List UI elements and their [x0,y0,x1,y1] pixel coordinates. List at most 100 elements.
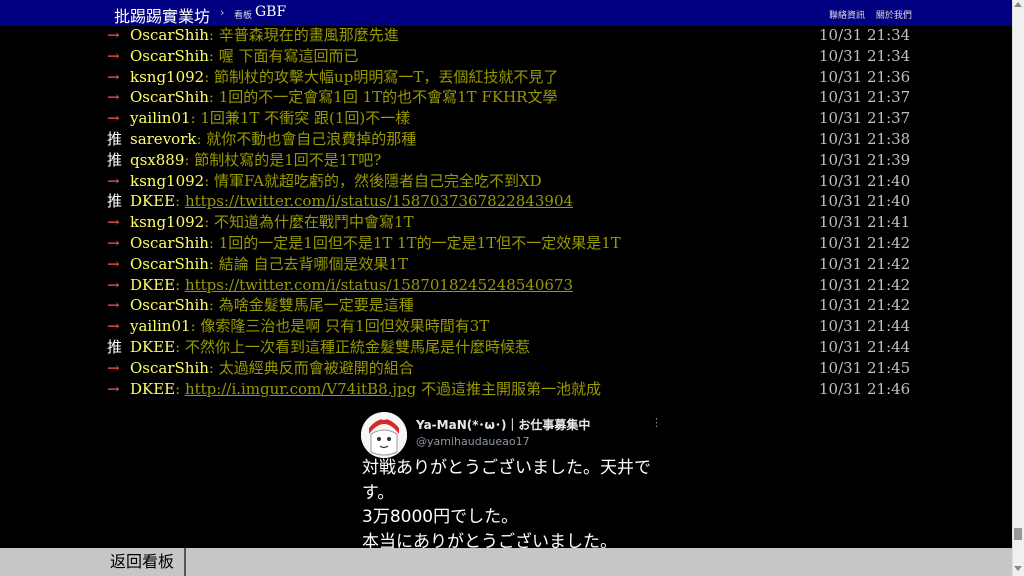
breadcrumb-separator: › [220,6,225,19]
push-row: 推 DKEE: 不然你上一次看到這種正統金髮雙馬尾是什麼時候惹 10/31 21:4… [107,337,911,358]
push-content: : [175,192,185,211]
push-time: 10/31 21:37 [819,109,911,128]
push-time: 10/31 21:37 [819,88,911,107]
push-username: ksng1092 [130,67,205,86]
embedded-tweet[interactable]: Ya-MaN(*･ω･)｜お仕事募集中 @yamihaudaueao17 ⋮ 対… [346,406,676,556]
board-name[interactable]: GBF [255,4,286,20]
push-user: OscarShih: 為啥金髮雙馬尾一定要是這種 [130,295,414,316]
push-row: → OscarShih: 太過經典反而會被避開的組合 10/31 21:45 [107,358,911,379]
push-row: → DKEE: https://twitter.com/i/status/1587… [107,275,910,296]
arrow-tag: → [107,379,120,398]
push-content: : 喔 下面有寫這回而已 [208,46,359,65]
push-username: DKEE [130,379,176,398]
push-row: → OscarShih: 為啥金髮雙馬尾一定要是這種 10/31 21:42 [107,295,911,316]
push-link[interactable]: http://i.imgur.com/V74itB8.jpg [185,380,416,398]
push-user: DKEE: 不然你上一次看到這種正統金髮雙馬尾是什麼時候惹 [130,337,530,358]
top-links: 聯絡資訊 關於我們 [829,8,920,21]
push-row: 推 sarevork: 就你不動也會自己浪費掉的那種 10/31 21:38 [107,129,911,150]
contact-link[interactable]: 聯絡資訊 [829,11,865,21]
push-content: : 1回的一定是1回但不是1T 1T的一定是1T但不一定效果是1T [208,233,621,252]
push-link[interactable]: https://twitter.com/i/status/15870182452… [185,276,573,294]
push-time: 10/31 21:36 [819,67,911,86]
push-time: 10/31 21:42 [819,254,911,273]
push-content: : [175,275,185,294]
push-content: : 太過經典反而會被避開的組合 [208,358,414,377]
push-username: DKEE [130,192,176,211]
push-username: OscarShih [130,296,209,315]
push-time: 10/31 21:42 [819,296,911,315]
arrow-tag: → [107,317,120,336]
push-username: qsx889 [130,150,185,169]
push-time: 10/31 21:39 [819,150,911,169]
push-username: yailin01 [130,109,191,128]
push-content: : 情軍FA就超吃虧的，然後隱者自己完全吃不到XD [204,171,542,190]
push-content: : 不知道為什麼在戰鬥中會寫1T [204,213,414,232]
push-username: OscarShih [130,46,209,65]
push-content: : 像索隆三治也是啊 只有1回但效果時間有3T [190,317,490,336]
push-time: 10/31 21:40 [819,192,911,211]
push-username: OscarShih [130,233,209,252]
push-row: → DKEE: http://i.imgur.com/V74itB8.jpg 不過… [107,379,910,400]
more-icon[interactable]: ⋮ [651,416,662,429]
tweet-author-handle[interactable]: @yamihaudaueao17 [416,435,530,448]
push-content: : 1回兼1T 不衝突 跟(1回)不一樣 [190,109,411,128]
push-user: OscarShih: 1回的不一定會寫1回 1T的也不會寫1T FKHR文學 [130,87,557,108]
push-content: : [175,379,185,398]
tweet-line: 対戦ありがとうございました。天井で [362,458,651,478]
push-time: 10/31 21:41 [819,213,911,232]
push-username: OscarShih [130,254,209,273]
push-time: 10/31 21:38 [819,129,911,148]
push-time: 10/31 21:34 [819,26,911,44]
push-list: → OscarShih: 辛普森現在的畫風那麼先進 10/31 21:34 → Osca… [107,25,911,400]
push-link-wrap: http://i.imgur.com/V74itB8.jpg [185,380,416,398]
push-content: : 辛普森現在的畫風那麼先進 [208,26,399,44]
push-row: 推 DKEE: https://twitter.com/i/status/1587… [107,191,911,212]
push-user: yailin01: 像索隆三治也是啊 只有1回但效果時間有3T [130,316,489,337]
site-title[interactable]: 批踢踢實業坊 [114,3,210,27]
about-link[interactable]: 關於我們 [876,11,912,21]
push-username: DKEE [130,275,176,294]
push-row: → ksng1092: 情軍FA就超吃虧的，然後隱者自己完全吃不到XD 10/31 … [107,171,911,192]
push-content: : 1回的不一定會寫1回 1T的也不會寫1T FKHR文學 [208,88,558,107]
push-username: yailin01 [130,317,191,336]
push-user: OscarShih: 辛普森現在的畫風那麼先進 [130,25,399,46]
tweet-line: す。 [362,482,395,503]
tweet-line: 3万8000円でした。 [362,507,519,527]
scrollbar[interactable] [1012,0,1024,576]
avatar[interactable] [361,412,407,458]
arrow-tag: → [107,213,120,232]
scrollbar-thumb[interactable] [1014,528,1022,540]
push-tag: 推 [107,129,123,148]
push-row: → ksng1092: 不知道為什麼在戰鬥中會寫1T 10/31 21:41 [107,212,911,233]
push-user: OscarShih: 喔 下面有寫這回而已 [130,46,359,67]
push-time: 10/31 21:42 [819,233,911,252]
scroll-up-icon[interactable] [1014,2,1022,7]
push-user: ksng1092: 情軍FA就超吃虧的，然後隱者自己完全吃不到XD [130,171,542,192]
push-link-wrap: https://twitter.com/i/status/15870373678… [185,192,573,210]
push-user: qsx889: 節制杖寫的是1回不是1T吧? [130,150,381,171]
arrow-tag: → [107,233,120,252]
push-user: OscarShih: 結論 自己去背哪個是效果1T [130,254,408,275]
push-user: ksng1092: 節制杖的攻擊大幅up明明寫一T，丟個紅技就不見了 [130,67,558,88]
board-prefix: 看板 [234,11,253,21]
push-content: : 就你不動也會自己浪費掉的那種 [196,129,417,148]
back-to-board-button[interactable]: 返回看板 [100,548,186,576]
tweet-author-name[interactable]: Ya-MaN(*･ω･)｜お仕事募集中 [416,416,590,433]
push-time: 10/31 21:44 [819,317,911,336]
scroll-down-icon[interactable] [1014,566,1022,571]
push-content: : 節制杖的攻擊大幅up明明寫一T，丟個紅技就不見了 [204,67,559,86]
push-time: 10/31 21:44 [819,337,911,356]
push-link[interactable]: https://twitter.com/i/status/15870373678… [185,192,573,210]
push-user: OscarShih: 1回的一定是1回但不是1T 1T的一定是1T但不一定效果是… [130,233,621,254]
arrow-tag: → [107,109,120,128]
bottom-bar: 返回看板 [0,548,1012,576]
push-row: → OscarShih: 辛普森現在的畫風那麼先進 10/31 21:34 [107,25,911,46]
push-content: : 為啥金髮雙馬尾一定要是這種 [208,296,414,315]
push-time: 10/31 21:40 [819,171,911,190]
push-time: 10/31 21:45 [819,358,911,377]
push-link-wrap: https://twitter.com/i/status/15870182452… [185,276,573,294]
push-user: OscarShih: 太過經典反而會被避開的組合 [130,358,414,379]
push-row: → yailin01: 像索隆三治也是啊 只有1回但效果時間有3T 10/31 21… [107,316,911,337]
top-bar: 批踢踢實業坊 › 看板 GBF 聯絡資訊 關於我們 [0,0,1012,26]
push-row: → ksng1092: 節制杖的攻擊大幅up明明寫一T，丟個紅技就不見了 10/31… [107,67,911,88]
